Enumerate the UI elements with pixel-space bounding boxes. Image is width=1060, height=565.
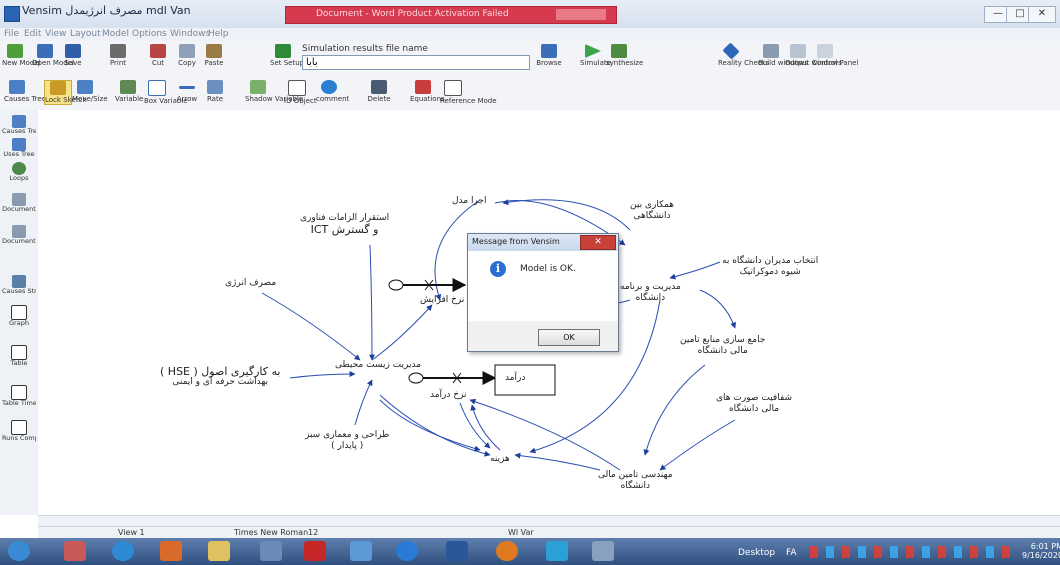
- var-monitoring[interactable]: مهندسی تامین مالی دانشگاه: [598, 470, 673, 492]
- browser-icon[interactable]: [112, 541, 134, 561]
- var-cost[interactable]: هزینه: [490, 454, 510, 465]
- ie-icon[interactable]: [396, 541, 418, 561]
- font-selector[interactable]: Times New Roman: [234, 528, 308, 537]
- arrow-design-to-env: [354, 379, 373, 426]
- arrow-hse-to-env: [289, 371, 356, 379]
- var-exec[interactable]: اجرا مدل: [452, 196, 486, 207]
- status-extra: Wl Var: [508, 528, 534, 537]
- var-stakeholder[interactable]: همکاری بین دانشگاهی: [630, 200, 674, 222]
- var-planning[interactable]: مدیریت و برنامه دانشگاه: [620, 282, 681, 304]
- dialog-close-button[interactable]: ✕: [580, 235, 616, 250]
- start-orb-icon[interactable]: [8, 541, 30, 561]
- app-icon[interactable]: [546, 541, 568, 561]
- var-ict[interactable]: استقرار الزامات فناوری و گسترش ICT: [300, 213, 389, 235]
- var-hse[interactable]: به کارگیری اصول ( HSE ) بهداشت حرفه ای و …: [160, 366, 280, 388]
- ok-button[interactable]: OK: [538, 329, 600, 346]
- arrow-env-to-rate: [371, 304, 433, 361]
- player-icon[interactable]: [160, 541, 182, 561]
- tray-icons[interactable]: [810, 546, 1010, 558]
- info-icon: i: [490, 261, 506, 277]
- dialog-title: Message from Vensim: [472, 237, 560, 246]
- arrow-planning-to-fin: [699, 289, 737, 329]
- dialog-body: [468, 251, 618, 321]
- var-manager-selection[interactable]: انتخاب مدیران دانشگاه به شیوه دموکراتیک: [722, 256, 818, 278]
- arrow-cost-to-income-rate: [470, 404, 501, 451]
- media-icon[interactable]: [64, 541, 86, 561]
- word-icon[interactable]: [446, 541, 468, 561]
- arrow-ict-to-env: [368, 244, 375, 361]
- arrow-energy-to-env: [261, 292, 361, 361]
- var-environment[interactable]: مدیریت زیست محیطی: [335, 360, 421, 371]
- size-selector[interactable]: 12: [308, 528, 318, 537]
- var-energy[interactable]: مصرف انرژی: [225, 278, 276, 289]
- explorer-icon[interactable]: [208, 541, 230, 561]
- var-green-design[interactable]: طراحی و معماری سبز( پایدار ): [305, 430, 389, 452]
- arrow-manager-to-planning: [669, 261, 721, 280]
- arrow-income-rate-to-cost: [459, 402, 491, 449]
- var-financing[interactable]: جامع سازی منابع تامین مالی دانشگاه: [680, 335, 765, 357]
- arrow-stakeholder-to-exec: [502, 199, 631, 231]
- var-rate[interactable]: نرخ افزایش: [420, 295, 464, 306]
- desktop-toolbar[interactable]: Desktop: [738, 548, 775, 558]
- arrow-fin-to-monitor: [643, 364, 706, 456]
- firefox-icon[interactable]: [496, 541, 518, 561]
- arrow-tuition-to-monitor: [659, 419, 736, 471]
- source-cloud-income: [408, 372, 424, 384]
- arrow-monitor-to-cost: [514, 452, 601, 471]
- arrow-env-to-cost: [379, 394, 491, 457]
- pdf-icon[interactable]: [304, 541, 326, 561]
- clock[interactable]: 6:01 PM 9/16/2020: [1022, 542, 1060, 560]
- view-selector[interactable]: View 1: [118, 528, 145, 537]
- source-cloud-energy: [388, 279, 404, 291]
- vensim-icon[interactable]: [350, 541, 372, 561]
- var-transparency[interactable]: شفافیت صورت های مالی دانشگاه: [716, 393, 792, 415]
- dialog-message: Model is OK.: [520, 264, 576, 274]
- tool-icon[interactable]: [592, 541, 614, 561]
- document-icon[interactable]: [260, 541, 282, 561]
- var-income-rate[interactable]: نرخ درآمد: [430, 390, 467, 401]
- message-dialog: Message from Vensim ✕ i Model is OK. OK: [467, 233, 619, 352]
- stock-income[interactable]: درآمد: [505, 373, 525, 384]
- language-indicator[interactable]: FA: [786, 548, 797, 558]
